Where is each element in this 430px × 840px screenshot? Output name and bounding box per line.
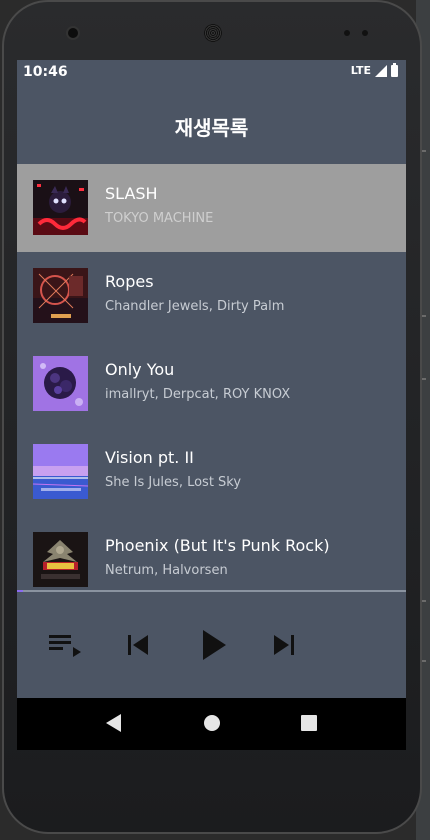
signal-icon [375,64,387,77]
track-title: Ropes [105,272,154,291]
playlist: SLASH TOKYO MACHINE Ropes Chandler Jewel… [17,164,406,589]
track-title: Vision pt. II [105,448,194,467]
play-icon[interactable] [199,628,229,662]
home-icon[interactable] [201,712,223,738]
light-sensor [362,30,368,36]
front-camera [68,28,78,38]
phoenix-cover-art [33,532,88,587]
battery-icon [391,62,398,77]
playlist-track-phoenix[interactable]: Phoenix (But It's Punk Rock) Netrum, Hal… [17,516,406,589]
track-artist: She Is Jules, Lost Sky [105,475,242,490]
recents-icon[interactable] [299,712,319,738]
playlist-track-vision-pt-ii[interactable]: Vision pt. II She Is Jules, Lost Sky [17,428,406,516]
track-artist: Netrum, Halvorsen [105,563,228,578]
track-artist: Chandler Jewels, Dirty Palm [105,299,285,314]
playlist-queue-icon[interactable] [47,628,87,662]
slash-cover-art [33,180,88,235]
status-time: 10:46 [23,64,68,80]
network-type: LTE [350,64,371,77]
status-indicators: LTE [350,62,398,77]
track-title: Phoenix (But It's Punk Rock) [105,536,330,555]
track-artist: imallryt, Derpcat, ROY KNOX [105,387,291,402]
app-screen: 10:46 LTE 재생목록 SLASH TOKYO MACHINE Ropes… [17,60,406,750]
playlist-track-slash[interactable]: SLASH TOKYO MACHINE [17,164,406,252]
ropes-cover-art [33,268,88,323]
back-icon[interactable] [103,712,123,738]
only-you-cover-art [33,356,88,411]
playlist-track-only-you[interactable]: Only You imallryt, Derpcat, ROY KNOX [17,340,406,428]
track-artist: TOKYO MACHINE [105,211,214,226]
skip-previous-icon[interactable] [123,628,153,662]
proximity-sensor [344,30,350,36]
status-bar: 10:46 LTE [17,60,406,84]
system-nav-bar [17,698,406,750]
track-title: Only You [105,360,175,379]
earpiece-speaker [204,24,222,42]
skip-next-icon[interactable] [270,628,300,662]
player-controls [17,592,406,698]
track-title: SLASH [105,184,158,203]
vision-cover-art [33,444,88,499]
playlist-track-ropes[interactable]: Ropes Chandler Jewels, Dirty Palm [17,252,406,340]
page-title: 재생목록 [174,116,249,140]
